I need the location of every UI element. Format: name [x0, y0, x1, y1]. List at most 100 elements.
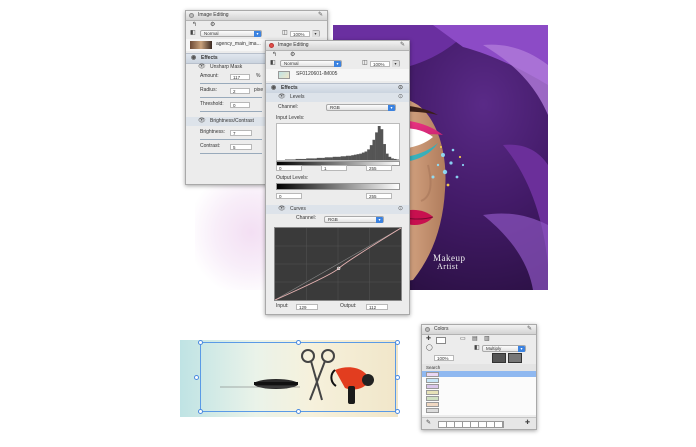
swatch-7[interactable]	[426, 408, 439, 413]
image-mode-icon[interactable]: ▥	[484, 336, 490, 343]
opacity-stepper[interactable]: ▾	[392, 60, 400, 67]
eye-icon[interactable]: 👁	[278, 93, 286, 101]
transform-icon[interactable]: ↰	[272, 52, 277, 59]
brightness-field[interactable]: 7	[230, 130, 252, 136]
input-low-field[interactable]: 0	[276, 165, 302, 171]
opacity-stepper[interactable]: ▾	[312, 30, 320, 37]
swatch-3[interactable]	[426, 384, 439, 389]
curves-channel-select[interactable]: RGB ▾	[324, 216, 384, 223]
radius-slider[interactable]	[200, 97, 262, 98]
colors-opacity-field[interactable]: 100%	[434, 354, 454, 361]
output-high-field[interactable]: 255	[366, 193, 392, 199]
layer-row[interactable]: SF0120601-IM005	[266, 69, 409, 81]
eyedropper-icon[interactable]: ✎	[426, 420, 431, 427]
gradient-mode-icon[interactable]: ▤	[472, 336, 478, 343]
levels-channel-select[interactable]: RGB ▾	[326, 104, 396, 111]
close-button[interactable]	[269, 43, 274, 48]
contrast-slider[interactable]	[200, 153, 262, 154]
histogram-bar	[340, 156, 344, 160]
transform-icon[interactable]: ↰	[192, 22, 197, 29]
swatch-list-selected-row[interactable]	[422, 371, 536, 377]
selection-handle-tm[interactable]	[296, 340, 301, 345]
panel-titlebar[interactable]: Image Editing ✎	[266, 41, 409, 51]
histogram-bar	[316, 157, 320, 160]
close-button[interactable]	[189, 13, 194, 18]
selection-handle-bl[interactable]	[198, 409, 203, 414]
histogram-bar	[369, 145, 373, 160]
threshold-label: Threshold:	[200, 101, 224, 107]
swatch-5[interactable]	[426, 396, 439, 401]
radius-label: Radius:	[200, 87, 217, 93]
blend-mode-select[interactable]: Normal ▾	[200, 30, 262, 37]
eye-icon[interactable]: 👁	[198, 117, 206, 125]
swatch-6[interactable]	[426, 402, 439, 407]
histogram-bar	[348, 155, 352, 160]
pin-icon[interactable]: ✎	[400, 42, 405, 49]
selection-handle-ml[interactable]	[194, 375, 199, 380]
layer-name: SF0120601-IM005	[296, 71, 338, 77]
colors-footer: ✎ ✚	[422, 417, 536, 429]
opacity-field[interactable]: 100%	[370, 60, 390, 67]
blend-mode-select[interactable]: Normal ▾	[280, 60, 342, 67]
selection-outline	[200, 342, 396, 412]
selection-handle-tr[interactable]	[395, 340, 400, 345]
output-low-field[interactable]: 0	[276, 193, 302, 199]
panel-titlebar[interactable]: Image Editing ✎	[186, 11, 327, 21]
curves-graph[interactable]	[274, 227, 402, 301]
pin-icon[interactable]: ✎	[527, 326, 532, 333]
curves-output-field[interactable]: 112	[366, 304, 388, 310]
selection-handle-mr[interactable]	[395, 375, 400, 380]
swatch-2[interactable]	[426, 378, 439, 383]
histogram-bar	[388, 156, 392, 160]
section-menu-icon[interactable]: ⊙	[398, 84, 403, 92]
input-mid-field[interactable]: 1	[321, 165, 347, 171]
fill-color-swatch[interactable]	[436, 337, 446, 344]
output-levels-slider[interactable]	[276, 183, 400, 190]
salon-banner-image[interactable]	[180, 340, 398, 417]
histogram-bar	[303, 158, 307, 160]
opacity-field[interactable]: 100%	[290, 30, 310, 37]
filter-icon[interactable]: ⚙	[290, 52, 295, 59]
eye-icon[interactable]: 👁	[278, 205, 286, 213]
histogram-bar	[295, 158, 299, 160]
swatch-mode-icon[interactable]: ▭	[460, 336, 466, 343]
panel-titlebar[interactable]: Colors ✎	[422, 325, 536, 335]
brightness-contrast-label: Brightness/Contrast	[210, 118, 254, 124]
selection-handle-br[interactable]	[395, 409, 400, 414]
effect-menu-icon[interactable]: ⊙	[398, 93, 403, 101]
effect-menu-icon[interactable]: ⊙	[398, 205, 403, 213]
levels-histogram[interactable]	[276, 123, 400, 161]
contrast-field[interactable]: 5	[230, 144, 252, 150]
threshold-field[interactable]: 0	[230, 102, 250, 108]
colors-search-bar[interactable]: Search	[422, 364, 536, 371]
swatch-1[interactable]	[426, 372, 439, 377]
filter-icon[interactable]: ⚙	[210, 22, 215, 29]
input-high-field[interactable]: 255	[366, 165, 392, 171]
brightness-slider[interactable]	[200, 139, 262, 140]
color-well-secondary[interactable]	[508, 353, 522, 363]
color-well[interactable]	[492, 353, 506, 363]
histogram-bar	[298, 158, 302, 160]
close-button[interactable]	[425, 327, 430, 332]
threshold-slider[interactable]	[200, 111, 262, 112]
pin-icon[interactable]: ✎	[318, 12, 323, 19]
radius-field[interactable]: 2	[230, 88, 250, 94]
histogram-bar	[311, 158, 315, 160]
colors-blend-select[interactable]: Multiply ▾	[482, 345, 526, 352]
swatch-4[interactable]	[426, 390, 439, 395]
recent-colors-strip[interactable]	[438, 421, 504, 428]
colors-blend-row: ◯ ◧ Multiply ▾	[422, 344, 536, 353]
panel-title: Image Editing	[198, 12, 229, 18]
selection-handle-tl[interactable]	[198, 340, 203, 345]
eye-icon[interactable]: ◉	[271, 84, 276, 92]
selection-handle-bm[interactable]	[296, 409, 301, 414]
color-picker-icon[interactable]: ✚	[426, 336, 431, 343]
curves-output-label: Output:	[340, 303, 357, 309]
curves-input-field[interactable]: 129	[296, 304, 318, 310]
amount-field[interactable]: 117	[230, 74, 250, 80]
eye-icon[interactable]: ◉	[191, 54, 196, 62]
add-swatch-icon[interactable]: ✚	[525, 420, 530, 427]
histogram-bar	[332, 156, 336, 160]
amount-slider[interactable]	[200, 83, 262, 84]
eye-icon[interactable]: 👁	[198, 63, 206, 71]
